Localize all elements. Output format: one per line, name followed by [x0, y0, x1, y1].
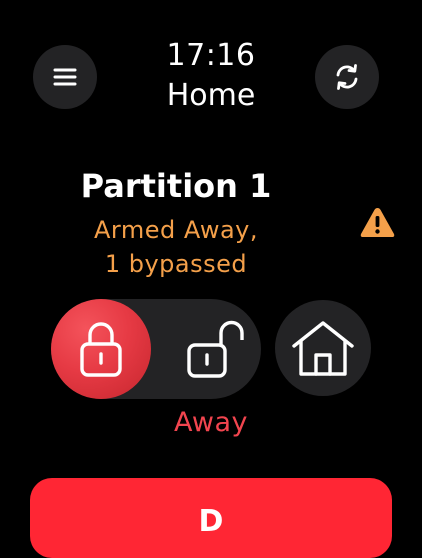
- arm-mode-label: Away: [174, 407, 248, 438]
- partition-bypass-status: 1 bypassed: [104, 250, 248, 278]
- partition-status: Armed Away,: [94, 216, 258, 244]
- partition-name: Partition 1: [80, 167, 272, 205]
- armed-lock-button[interactable]: [51, 299, 151, 399]
- lock-closed-icon: [80, 322, 122, 377]
- disarm-button-label: D: [198, 504, 224, 539]
- warning-triangle-icon[interactable]: [359, 206, 396, 239]
- lock-open-icon[interactable]: [185, 319, 247, 379]
- house-icon: [292, 321, 354, 376]
- refresh-icon: [336, 64, 358, 90]
- refresh-button[interactable]: [315, 45, 379, 109]
- home-mode-button[interactable]: [275, 300, 371, 396]
- disarm-button[interactable]: D: [30, 478, 392, 558]
